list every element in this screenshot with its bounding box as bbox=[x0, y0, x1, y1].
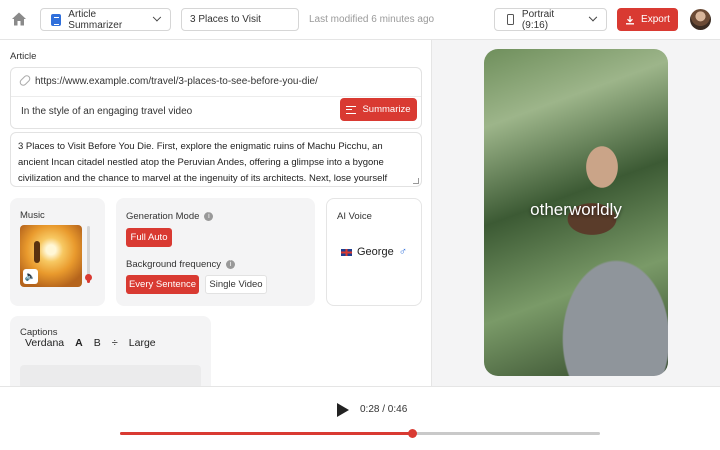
divider bbox=[11, 96, 421, 97]
summarize-icon bbox=[346, 105, 357, 114]
link-icon bbox=[18, 73, 32, 88]
resize-handle-icon[interactable] bbox=[413, 178, 419, 184]
video-caption: otherworldly bbox=[530, 200, 622, 219]
project-title-input[interactable] bbox=[181, 8, 299, 31]
video-preview[interactable]: otherworldly bbox=[484, 49, 668, 376]
background-frequency-label: Background frequency bbox=[126, 259, 222, 270]
aspect-ratio-select[interactable]: Portrait (9:16) bbox=[494, 8, 607, 31]
style-input[interactable] bbox=[21, 102, 321, 120]
captions-card: Captions Verdana A B ÷ Large bbox=[10, 316, 211, 386]
player-bar: 0:28 / 0:46 bbox=[0, 386, 720, 450]
full-auto-chip[interactable]: Full Auto bbox=[126, 228, 172, 247]
tool-select[interactable]: Article Summarizer bbox=[40, 8, 171, 31]
music-thumbnail[interactable]: 🔈 bbox=[20, 225, 82, 287]
music-volume-slider[interactable] bbox=[85, 226, 92, 283]
summarize-label: Summarize bbox=[362, 104, 411, 115]
volume-icon[interactable]: 🔈 bbox=[23, 269, 38, 284]
volume-handle[interactable] bbox=[85, 274, 92, 282]
generation-card: Generation Mode i Full Auto Background fr… bbox=[116, 198, 315, 306]
phone-icon bbox=[507, 14, 514, 25]
caption-font-select[interactable]: Verdana bbox=[25, 337, 64, 349]
every-sentence-chip[interactable]: Every Sentence bbox=[126, 275, 199, 294]
caption-size-select[interactable]: Large bbox=[129, 337, 156, 349]
article-input-box: Summarize bbox=[10, 67, 422, 129]
single-video-chip[interactable]: Single Video bbox=[205, 275, 267, 294]
full-auto-label: Full Auto bbox=[130, 232, 168, 243]
text-color-icon[interactable]: A bbox=[75, 337, 83, 349]
caption-style-preview bbox=[20, 365, 201, 386]
timeline-handle[interactable] bbox=[408, 429, 418, 438]
article-text: 3 Places to Visit Before You Die. First,… bbox=[18, 141, 388, 184]
every-sentence-label: Every Sentence bbox=[128, 279, 197, 290]
editor-pane: Article Summarize 3 Places to Visit Befo… bbox=[0, 40, 432, 386]
info-icon[interactable]: i bbox=[226, 259, 236, 269]
bold-icon[interactable]: B bbox=[94, 337, 101, 349]
article-text-area[interactable]: 3 Places to Visit Before You Die. First,… bbox=[10, 132, 422, 187]
home-icon[interactable] bbox=[10, 10, 28, 28]
caption-toolbar: Verdana A B ÷ Large bbox=[25, 337, 156, 349]
play-icon[interactable] bbox=[337, 403, 349, 417]
article-url-input[interactable] bbox=[35, 72, 415, 90]
background-frequency-heading: Background frequency i bbox=[126, 259, 236, 270]
avatar[interactable] bbox=[690, 9, 711, 30]
uk-flag-icon bbox=[341, 248, 352, 256]
aspect-ratio-label: Portrait (9:16) bbox=[521, 8, 555, 31]
voice-name: George bbox=[357, 246, 394, 258]
generation-mode-heading: Generation Mode i bbox=[126, 211, 214, 222]
top-bar: Article Summarizer Last modified 6 minut… bbox=[0, 0, 720, 40]
timeline-scrubber[interactable] bbox=[120, 429, 600, 438]
generation-mode-label: Generation Mode bbox=[126, 211, 200, 222]
chevron-down-icon bbox=[153, 12, 162, 21]
single-video-label: Single Video bbox=[209, 279, 263, 290]
playback-time: 0:28 / 0:46 bbox=[360, 404, 408, 415]
tool-select-label: Article Summarizer bbox=[68, 8, 123, 31]
document-icon bbox=[51, 13, 62, 26]
text-spacing-icon[interactable]: ÷ bbox=[112, 337, 118, 349]
article-label: Article bbox=[10, 51, 37, 62]
voice-selector[interactable]: George ♂ bbox=[341, 246, 407, 258]
download-icon bbox=[626, 15, 635, 24]
last-modified: Last modified 6 minutes ago bbox=[309, 14, 435, 25]
music-label: Music bbox=[20, 210, 45, 221]
ai-voice-card[interactable]: AI Voice George ♂ bbox=[326, 198, 422, 306]
export-button[interactable]: Export bbox=[617, 8, 678, 31]
ai-voice-label: AI Voice bbox=[337, 211, 372, 222]
preview-pane: otherworldly bbox=[432, 40, 720, 386]
male-icon: ♂ bbox=[398, 246, 407, 258]
info-icon[interactable]: i bbox=[204, 211, 214, 221]
export-label: Export bbox=[641, 14, 670, 25]
music-card: Music 🔈 bbox=[10, 198, 105, 306]
chevron-down-icon bbox=[588, 12, 598, 21]
summarize-button[interactable]: Summarize bbox=[340, 98, 417, 121]
timeline-progress bbox=[120, 432, 413, 435]
